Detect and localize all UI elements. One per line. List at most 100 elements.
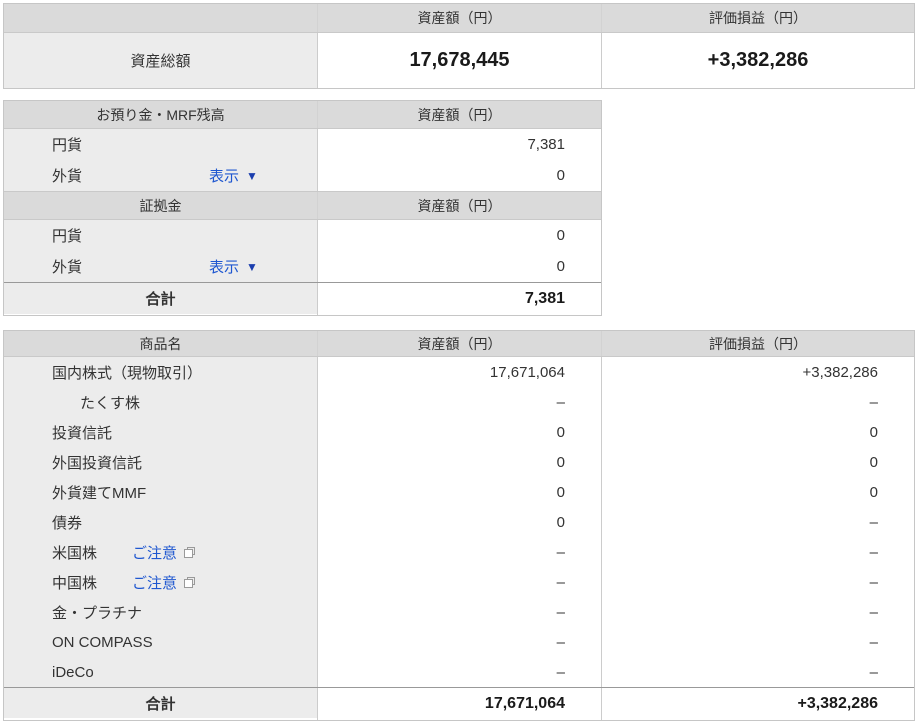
- product-name-cell: ON COMPASS: [4, 627, 317, 657]
- empty-header-cell: [4, 4, 317, 32]
- total-assets-header-row: 資産額（円） 評価損益（円）: [4, 4, 914, 33]
- table-row: 外貨 表示 ▼ 0: [4, 251, 601, 282]
- us-stock-notice-link[interactable]: ご注意: [132, 542, 196, 563]
- table-row: 国内株式（現物取引） 17,671,064 +3,382,286: [4, 357, 914, 387]
- table-row: ON COMPASS – –: [4, 627, 914, 657]
- deposit-jpy-label: 円貨: [4, 129, 317, 160]
- table-row: 米国株 ご注意 – –: [4, 537, 914, 567]
- notice-link-label: ご注意: [132, 572, 177, 593]
- table-row: 円貨 7,381: [4, 129, 601, 160]
- deposit-foreign-label: 外貨 表示 ▼: [4, 160, 317, 191]
- chevron-down-icon: ▼: [246, 169, 258, 183]
- pl-value-cell: –: [601, 507, 914, 537]
- new-window-icon: [183, 546, 196, 559]
- product-name-cell: 債券: [4, 507, 317, 537]
- deposit-header-row: お預り金・MRF残高 資産額（円）: [4, 101, 601, 129]
- assets-column-header: 資産額（円）: [317, 101, 601, 128]
- assets-value-cell: –: [317, 657, 601, 687]
- deposit-foreign-value: 0: [317, 160, 601, 191]
- pl-value-cell: –: [601, 597, 914, 627]
- assets-column-header: 資産額（円）: [317, 331, 601, 356]
- margin-section-header: 証拠金: [4, 192, 317, 219]
- product-name-cell: たくす株: [4, 387, 317, 417]
- pl-column-header: 評価損益（円）: [601, 331, 914, 356]
- assets-value-cell: –: [317, 537, 601, 567]
- notice-link-label: ご注意: [132, 542, 177, 563]
- cash-balance-table: お預り金・MRF残高 資産額（円） 円貨 7,381 外貨 表示 ▼ 0 証拠金…: [3, 100, 602, 316]
- row-label: 外貨: [52, 165, 82, 186]
- product-name-cell: 外貨建てMMF: [4, 477, 317, 507]
- assets-value-cell: –: [317, 387, 601, 417]
- cash-total-label: 合計: [4, 283, 317, 314]
- total-assets-row: 資産総額 17,678,445 +3,382,286: [4, 33, 914, 88]
- cash-total-value: 7,381: [317, 283, 601, 315]
- total-pl-value: +3,382,286: [601, 33, 914, 88]
- product-name-cell: 米国株 ご注意: [4, 537, 317, 567]
- pl-value-cell: 0: [601, 477, 914, 507]
- table-row: 投資信託 0 0: [4, 417, 914, 447]
- margin-jpy-label: 円貨: [4, 220, 317, 251]
- pl-value-cell: –: [601, 387, 914, 417]
- china-stock-notice-link[interactable]: ご注意: [132, 572, 196, 593]
- product-name-cell: 国内株式（現物取引）: [4, 357, 317, 387]
- chevron-down-icon: ▼: [246, 260, 258, 274]
- table-row: 円貨 0: [4, 220, 601, 251]
- table-row: たくす株 – –: [4, 387, 914, 417]
- assets-value-cell: 17,671,064: [317, 357, 601, 387]
- show-link-label: 表示: [209, 256, 239, 277]
- deposit-jpy-value: 7,381: [317, 129, 601, 160]
- product-name-cell: 投資信託: [4, 417, 317, 447]
- deposit-section-header: お預り金・MRF残高: [4, 101, 317, 128]
- products-total-assets: 17,671,064: [317, 688, 601, 720]
- row-label: 外貨: [52, 256, 82, 277]
- pl-column-header: 評価損益（円）: [601, 4, 914, 32]
- total-assets-label: 資産総額: [4, 33, 317, 88]
- product-name-cell: iDeCo: [4, 657, 317, 687]
- margin-foreign-label: 外貨 表示 ▼: [4, 251, 317, 282]
- row-label: 米国株: [52, 542, 97, 563]
- show-foreign-deposit-link[interactable]: 表示 ▼: [209, 165, 258, 186]
- margin-header-row: 証拠金 資産額（円）: [4, 191, 601, 220]
- total-assets-value: 17,678,445: [317, 33, 601, 88]
- total-assets-table: 資産額（円） 評価損益（円） 資産総額 17,678,445 +3,382,28…: [3, 3, 915, 89]
- cash-total-row: 合計 7,381: [4, 282, 601, 315]
- assets-value-cell: 0: [317, 477, 601, 507]
- show-link-label: 表示: [209, 165, 239, 186]
- product-name-cell: 金・プラチナ: [4, 597, 317, 627]
- table-row: 外貨建てMMF 0 0: [4, 477, 914, 507]
- table-row: iDeCo – –: [4, 657, 914, 687]
- products-total-pl: +3,382,286: [601, 688, 914, 720]
- assets-value-cell: –: [317, 567, 601, 597]
- pl-value-cell: +3,382,286: [601, 357, 914, 387]
- product-name-column-header: 商品名: [4, 331, 317, 356]
- assets-value-cell: 0: [317, 507, 601, 537]
- assets-column-header: 資産額（円）: [317, 192, 601, 219]
- pl-value-cell: –: [601, 567, 914, 597]
- pl-value-cell: 0: [601, 417, 914, 447]
- pl-value-cell: –: [601, 657, 914, 687]
- product-name-cell: 中国株 ご注意: [4, 567, 317, 597]
- margin-jpy-value: 0: [317, 220, 601, 251]
- table-row: 中国株 ご注意 – –: [4, 567, 914, 597]
- product-name-cell: 外国投資信託: [4, 447, 317, 477]
- assets-value-cell: 0: [317, 417, 601, 447]
- margin-foreign-value: 0: [317, 251, 601, 282]
- assets-value-cell: –: [317, 627, 601, 657]
- table-row: 金・プラチナ – –: [4, 597, 914, 627]
- table-row: 外国投資信託 0 0: [4, 447, 914, 477]
- table-row: 債券 0 –: [4, 507, 914, 537]
- assets-value-cell: –: [317, 597, 601, 627]
- products-total-label: 合計: [4, 688, 317, 718]
- row-label: 中国株: [52, 572, 97, 593]
- new-window-icon: [183, 576, 196, 589]
- pl-value-cell: 0: [601, 447, 914, 477]
- pl-value-cell: –: [601, 537, 914, 567]
- pl-value-cell: –: [601, 627, 914, 657]
- assets-column-header: 資産額（円）: [317, 4, 601, 32]
- assets-value-cell: 0: [317, 447, 601, 477]
- products-total-row: 合計 17,671,064 +3,382,286: [4, 687, 914, 720]
- show-foreign-margin-link[interactable]: 表示 ▼: [209, 256, 258, 277]
- products-table: 商品名 資産額（円） 評価損益（円） 国内株式（現物取引） 17,671,064…: [3, 330, 915, 721]
- table-row: 外貨 表示 ▼ 0: [4, 160, 601, 191]
- products-header-row: 商品名 資産額（円） 評価損益（円）: [4, 331, 914, 357]
